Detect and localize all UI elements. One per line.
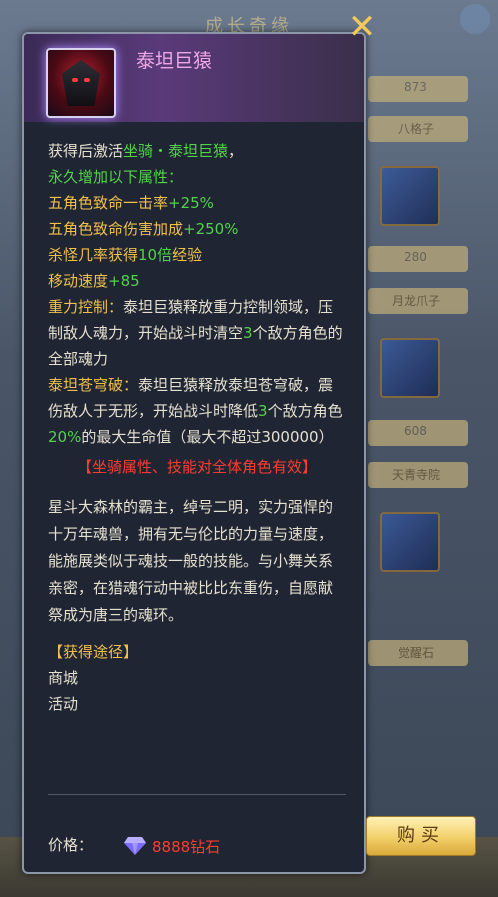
side-label-2: 天青寺院 [392,468,441,482]
side-label-3: 觉醒石 [398,646,435,660]
mount-detail-dialog: 泰坦巨猿 获得后激活坐骑・泰坦巨猿， 永久增加以下属性： 五角色致命一击率+25… [22,32,366,874]
divider [48,794,346,795]
side-value-panel: 873 [368,76,468,102]
side-label-panel: 天青寺院 [368,462,468,488]
side-label-0: 八格子 [398,122,435,136]
skill-1-name: 重力控制： [48,298,124,316]
perm-line: 永久增加以下属性： [48,168,184,186]
source-item: 商城 [48,669,79,687]
background-close-icon [460,4,490,34]
close-icon[interactable]: ✕ [346,10,378,44]
mount-portrait-icon [46,48,116,118]
diamond-icon [124,837,146,855]
intro-line: 获得后激活坐骑・泰坦巨猿， [48,142,244,160]
side-thumbnail [380,512,440,572]
side-label-panel: 觉醒石 [368,640,468,666]
side-value-panel: 280 [368,246,468,272]
price-label: 价格： [48,836,94,854]
side-thumbnail [380,166,440,226]
attr-line: 移动速度+85 [48,272,140,290]
attr-line: 杀怪几率获得10倍经验 [48,246,203,264]
side-value-2: 608 [404,424,427,438]
attr-line: 五角色致命伤害加成+250% [48,220,239,238]
side-value-0: 873 [404,80,427,94]
mount-name: 泰坦巨猿 [136,50,213,72]
side-value-1: 280 [404,250,427,264]
lore-text: 星斗大森林的霸主，绰号二明，实力强悍的十万年魂兽，拥有无与伦比的力量与速度，能施… [48,498,334,624]
skill-2: 泰坦苍穹破：泰坦巨猿释放泰坦苍穹破，震伤敌人于无形，开始战斗时降低3个敌方角色2… [48,376,343,446]
side-value-panel: 608 [368,420,468,446]
intro-mount: 坐骑・泰坦巨猿 [123,142,229,160]
skill-2-name: 泰坦苍穹破： [48,376,139,394]
notice-text: 【坐骑属性、技能对全体角色有效】 [76,458,317,476]
buy-button[interactable]: 购买 [366,816,476,856]
side-label-panel: 月龙爪子 [368,288,468,314]
dialog-header: 泰坦巨猿 [24,34,364,122]
price-value: 8888钻石 [152,838,221,856]
source-title: 【获得途径】 [48,643,139,661]
skill-1: 重力控制：泰坦巨猿释放重力控制领域，压制敌人魂力，开始战斗时清空3个敌方角色的全… [48,298,343,368]
dialog-body: 获得后激活坐骑・泰坦巨猿， 永久增加以下属性： 五角色致命一击率+25% 五角色… [48,138,346,717]
side-label-1: 月龙爪子 [392,294,441,308]
side-label-panel: 八格子 [368,116,468,142]
side-thumbnail [380,338,440,398]
attr-line: 五角色致命一击率+25% [48,194,214,212]
source-item: 活动 [48,695,79,713]
